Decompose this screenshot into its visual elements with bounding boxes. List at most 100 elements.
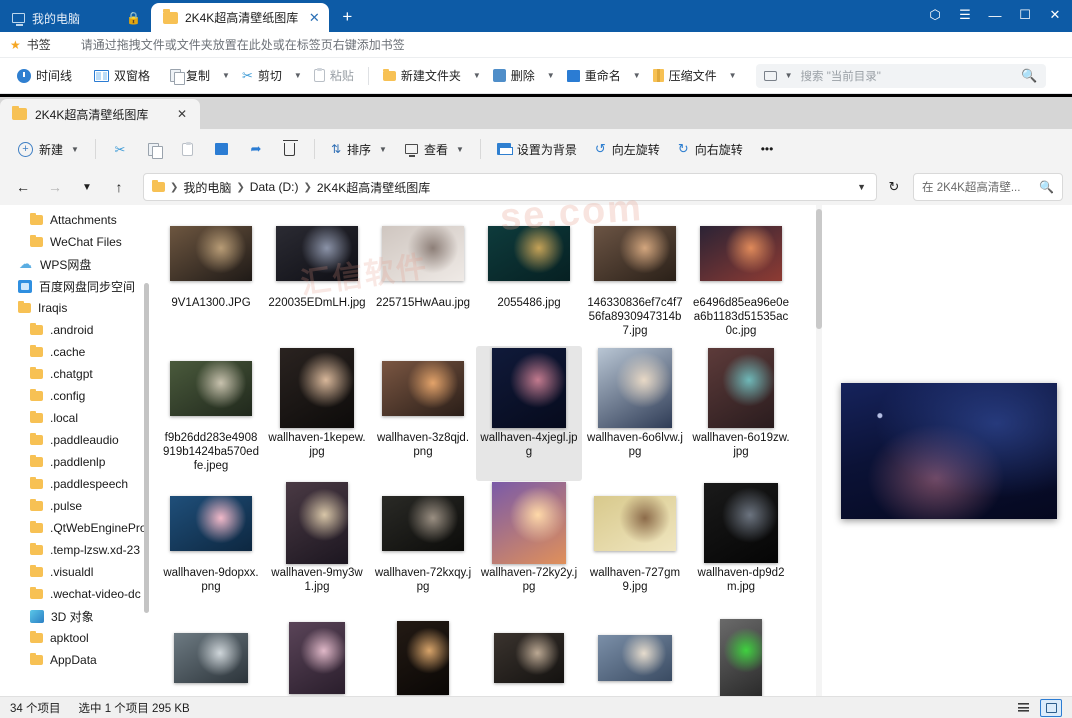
file-item[interactable]: wallhaven-4xjegl.jpg bbox=[476, 346, 582, 481]
explorer-tab-wallpaper-library[interactable]: 2K4K超高清壁纸图库 ✕ bbox=[0, 99, 200, 129]
chevron-down-icon[interactable]: ▼ bbox=[456, 145, 464, 154]
file-item[interactable]: wallhaven-dp9d2m.jpg bbox=[688, 481, 794, 616]
chevron-down-icon[interactable]: ▼ bbox=[783, 71, 795, 80]
cut-button[interactable]: ✂ bbox=[104, 135, 136, 163]
up-arrow-icon[interactable]: ↑ bbox=[105, 173, 133, 201]
sidebar-item-pulse[interactable]: .pulse bbox=[0, 495, 152, 517]
file-item[interactable]: wallhaven-72kxqy.jpg bbox=[370, 481, 476, 616]
toolbar-rename-button[interactable]: 重命名 bbox=[560, 64, 628, 87]
browser-tab-wallpaper-library[interactable]: 2K4K超高清壁纸图库 ✕ bbox=[150, 3, 330, 32]
rotate-right-button[interactable]: ↻ 向右旋转 bbox=[670, 135, 751, 163]
file-item[interactable]: wallhaven-6o6lvw.jpg bbox=[582, 346, 688, 481]
chevron-down-icon[interactable]: ▼ bbox=[217, 68, 235, 83]
chevron-down-icon[interactable]: ▼ bbox=[628, 68, 646, 83]
chevron-down-icon[interactable]: ▼ bbox=[379, 145, 387, 154]
recent-locations-icon[interactable]: ▼ bbox=[73, 173, 101, 201]
chevron-down-icon[interactable]: ▼ bbox=[857, 182, 868, 192]
file-item[interactable]: wallhaven-9my3w1.jpg bbox=[264, 481, 370, 616]
breadcrumb-item-data-d[interactable]: Data (D:) bbox=[250, 180, 299, 194]
paste-button[interactable] bbox=[172, 135, 204, 163]
browser-tab-my-computer[interactable]: 我的电脑 bbox=[0, 4, 120, 32]
toolbar-dual-pane-button[interactable]: 双窗格 bbox=[87, 64, 157, 87]
file-list-scrollbar-thumb[interactable] bbox=[816, 209, 822, 329]
sidebar-scrollbar[interactable] bbox=[144, 283, 149, 613]
gift-icon[interactable]: ⬡ bbox=[920, 3, 950, 27]
toolbar-cut-button[interactable]: ✂ 剪切 bbox=[235, 64, 289, 87]
file-item[interactable]: f9b26dd283e4908919b1424ba570edfe.jpeg bbox=[158, 346, 264, 481]
navigation-sidebar[interactable]: Attachments WeChat Files ☁ WPS网盘 百度网盘同步空间 Ira… bbox=[0, 205, 152, 696]
toolbar-compress-button[interactable]: 压缩文件 bbox=[646, 64, 724, 87]
file-item[interactable]: 146330836ef7c4f756fa8930947314b7.jpg bbox=[582, 211, 688, 346]
set-as-background-button[interactable]: 设置为背景 bbox=[489, 135, 585, 163]
file-item[interactable]: wallhaven-9dopxx.png bbox=[158, 481, 264, 616]
sidebar-item-chatgpt[interactable]: .chatgpt bbox=[0, 363, 152, 385]
file-item[interactable]: wallhaven-6o19zw.jpg bbox=[688, 346, 794, 481]
file-item[interactable] bbox=[688, 616, 794, 696]
forward-arrow-icon[interactable]: → bbox=[41, 173, 69, 201]
copy-button[interactable] bbox=[138, 135, 170, 163]
sidebar-item-[interactable]: 百度网盘同步空间 bbox=[0, 275, 152, 297]
file-item[interactable]: wallhaven-72ky2y.jpg bbox=[476, 481, 582, 616]
sidebar-item-config[interactable]: .config bbox=[0, 385, 152, 407]
close-icon[interactable]: ✕ bbox=[1040, 3, 1070, 27]
file-item[interactable] bbox=[370, 616, 476, 696]
file-item[interactable]: e6496d85ea96e0ea6b1183d51535ac0c.jpg bbox=[688, 211, 794, 346]
breadcrumb-item-my-computer[interactable]: 我的电脑 bbox=[183, 179, 231, 196]
delete-button[interactable] bbox=[274, 135, 306, 163]
explorer-search-input[interactable]: 在 2K4K超高清壁... 🔍 bbox=[913, 173, 1063, 201]
toolbar-delete-button[interactable]: 删除 bbox=[486, 64, 542, 87]
file-item[interactable]: 220035EDmLH.jpg bbox=[264, 211, 370, 346]
sidebar-item-appdata[interactable]: AppData bbox=[0, 649, 152, 671]
toolbar-paste-button[interactable]: 粘贴 bbox=[307, 64, 361, 87]
search-input[interactable]: ▼ 搜索 "当前目录" 🔍 bbox=[755, 63, 1046, 88]
refresh-icon[interactable]: ↻ bbox=[881, 173, 907, 201]
folder-scope-icon[interactable] bbox=[763, 70, 777, 81]
view-button[interactable]: 查看 ▼ bbox=[397, 135, 472, 163]
file-list-area[interactable]: 9V1A1300.JPG 220035EDmLH.jpg 225715HwAau.j… bbox=[152, 205, 826, 696]
sidebar-item-wechat-files[interactable]: WeChat Files bbox=[0, 231, 152, 253]
file-item[interactable] bbox=[264, 616, 370, 696]
sidebar-item-visualdl[interactable]: .visualdl bbox=[0, 561, 152, 583]
breadcrumb[interactable]: ❯ 我的电脑 ❯ Data (D:) ❯ 2K4K超高清壁纸图库 ▼ bbox=[143, 173, 877, 201]
sidebar-item-attachments[interactable]: Attachments bbox=[0, 209, 152, 231]
new-tab-button[interactable]: + bbox=[337, 7, 357, 27]
toolbar-new-folder-button[interactable]: 新建文件夹 bbox=[376, 64, 468, 87]
search-icon[interactable]: 🔍 bbox=[1021, 68, 1037, 84]
sidebar-item-android[interactable]: .android bbox=[0, 319, 152, 341]
list-view-icon[interactable] bbox=[1012, 699, 1034, 717]
share-button[interactable]: ➦ bbox=[240, 135, 272, 163]
toolbar-copy-button[interactable]: 复制 bbox=[163, 64, 217, 87]
sort-button[interactable]: ⇅ 排序 ▼ bbox=[323, 135, 395, 163]
file-item[interactable]: 9V1A1300.JPG bbox=[158, 211, 264, 346]
sidebar-item-qtwebenginepro[interactable]: .QtWebEnginePro bbox=[0, 517, 152, 539]
sidebar-item-wechat-video-dc[interactable]: .wechat-video-dc bbox=[0, 583, 152, 605]
sidebar-item-iraqis[interactable]: Iraqis bbox=[0, 297, 152, 319]
sidebar-item-paddlespeech[interactable]: .paddlespeech bbox=[0, 473, 152, 495]
search-icon[interactable]: 🔍 bbox=[1039, 180, 1054, 194]
lock-icon[interactable]: 🔒 bbox=[126, 11, 141, 25]
file-item[interactable] bbox=[582, 616, 688, 696]
sidebar-item-paddlenlp[interactable]: .paddlenlp bbox=[0, 451, 152, 473]
more-options-button[interactable]: ••• bbox=[753, 135, 782, 163]
chevron-down-icon[interactable]: ▼ bbox=[542, 68, 560, 83]
chevron-down-icon[interactable]: ▼ bbox=[724, 68, 742, 83]
close-icon[interactable]: ✕ bbox=[305, 9, 323, 27]
sidebar-item-temp-lzsw-xd-23[interactable]: .temp-lzsw.xd-23 bbox=[0, 539, 152, 561]
rotate-left-button[interactable]: ↺ 向左旋转 bbox=[587, 135, 668, 163]
maximize-icon[interactable]: ☐ bbox=[1010, 3, 1040, 27]
breadcrumb-item-current-folder[interactable]: 2K4K超高清壁纸图库 bbox=[317, 179, 430, 196]
file-item[interactable]: 225715HwAau.jpg bbox=[370, 211, 476, 346]
chevron-down-icon[interactable]: ▼ bbox=[71, 145, 79, 154]
back-arrow-icon[interactable]: ← bbox=[9, 173, 37, 201]
close-icon[interactable]: ✕ bbox=[172, 104, 192, 124]
chevron-down-icon[interactable]: ▼ bbox=[468, 68, 486, 83]
rename-button[interactable] bbox=[206, 135, 238, 163]
chevron-down-icon[interactable]: ▼ bbox=[289, 68, 307, 83]
menu-icon[interactable]: ☰ bbox=[950, 3, 980, 27]
file-item[interactable] bbox=[476, 616, 582, 696]
sidebar-item-apktool[interactable]: apktool bbox=[0, 627, 152, 649]
sidebar-item-paddleaudio[interactable]: .paddleaudio bbox=[0, 429, 152, 451]
sidebar-item-cache[interactable]: .cache bbox=[0, 341, 152, 363]
toolbar-timeline-button[interactable]: 时间线 bbox=[10, 64, 79, 87]
sidebar-item-local[interactable]: .local bbox=[0, 407, 152, 429]
